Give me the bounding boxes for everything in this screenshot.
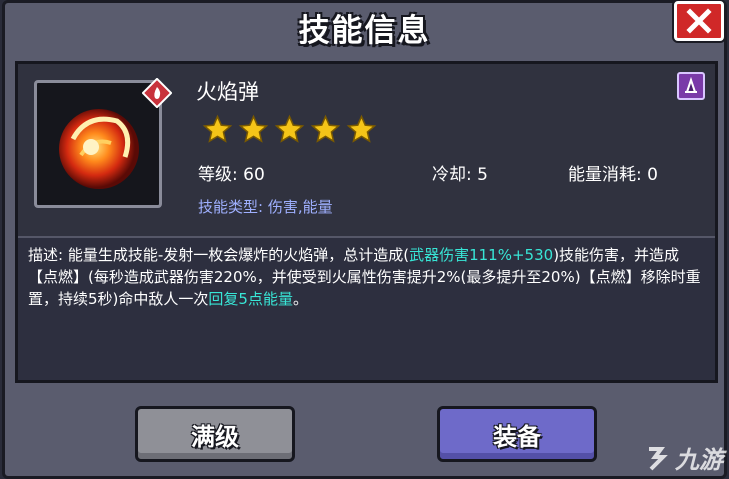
watermark: 九游: [641, 440, 723, 475]
desc-text-3: 。: [292, 290, 308, 308]
star-icon: [310, 114, 341, 143]
desc-text-1: 描述: 能量生成技能-发射一枚会爆炸的火焰弹，总计造成(: [28, 246, 410, 264]
fireball-icon: [59, 109, 139, 189]
skill-header: 火焰弹 等级: 60 冷却: 5 能量消耗: 0 技能类型: 伤害,能量: [18, 64, 715, 238]
skill-name: 火焰弹: [196, 80, 259, 104]
mage-class-icon: [677, 72, 705, 100]
skill-detail-panel: 火焰弹 等级: 60 冷却: 5 能量消耗: 0 技能类型: 伤害,能量 描述:…: [15, 61, 718, 383]
star-rating: [202, 114, 377, 145]
star-icon: [238, 114, 269, 143]
skill-type: 技能类型: 伤害,能量: [198, 198, 333, 216]
energy-cost-stat: 能量消耗: 0: [568, 165, 658, 185]
equip-button[interactable]: 装备: [437, 406, 597, 462]
fire-element-icon: [142, 78, 172, 108]
max-level-button[interactable]: 满级: [135, 406, 295, 462]
skill-info-dialog: 技能信息 火焰弹 等级: 60 冷却: 5 能量消耗: 0 技能类型: 伤害,能…: [2, 0, 727, 479]
star-icon: [274, 114, 305, 143]
desc-highlight-energy: 回复5点能量: [208, 290, 293, 308]
level-stat: 等级: 60: [198, 165, 265, 185]
close-button[interactable]: [674, 1, 724, 41]
cooldown-stat: 冷却: 5: [432, 165, 488, 185]
star-icon: [346, 114, 377, 143]
watermark-text: 九游: [675, 446, 723, 474]
close-icon: [686, 8, 712, 34]
dialog-title: 技能信息: [298, 13, 431, 49]
desc-highlight-damage: 武器伤害111%+530: [409, 246, 554, 264]
star-icon: [202, 114, 233, 143]
wizard-hat-icon: [685, 77, 697, 93]
skill-description: 描述: 能量生成技能-发射一枚会爆炸的火焰弹，总计造成(武器伤害111%+530…: [28, 244, 708, 310]
jiuyou-logo-icon: [649, 446, 668, 470]
